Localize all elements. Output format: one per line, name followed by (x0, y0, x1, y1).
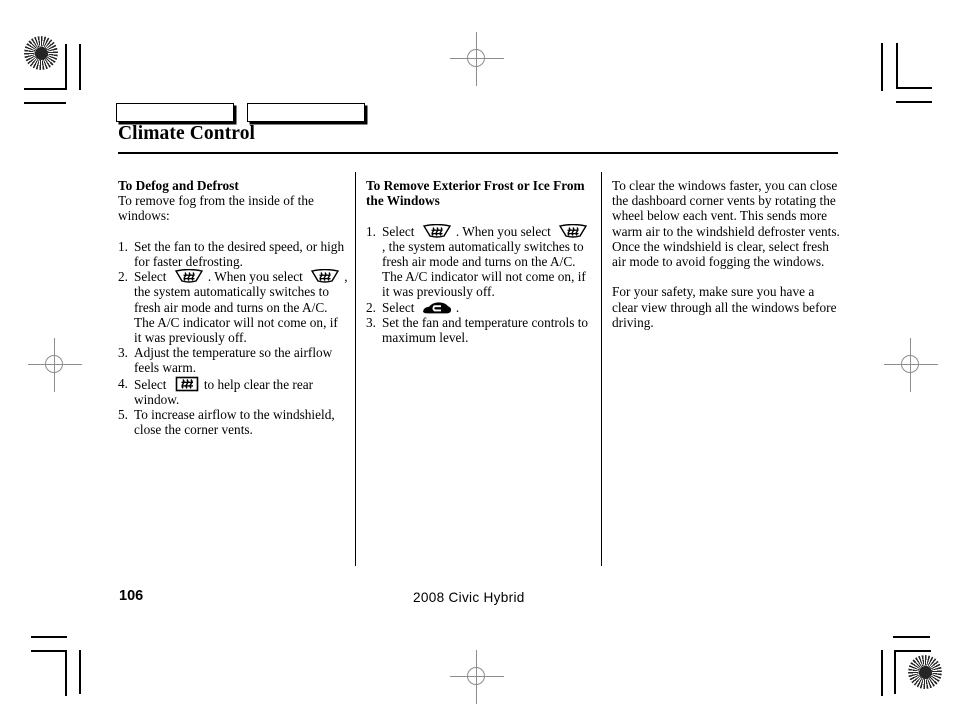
note-paragraph: To clear the windows faster, you can clo… (612, 178, 840, 270)
step-item: To increase airflow to the windshield, c… (118, 407, 348, 437)
book-title: 2008 Civic Hybrid (413, 590, 525, 605)
step-text: Select (134, 376, 167, 392)
step-text: . When you select (455, 223, 551, 239)
section-tab-2[interactable] (247, 103, 365, 122)
fresh-air-mode-icon (422, 301, 452, 315)
note-paragraph: For your safety, make sure you have a cl… (612, 284, 837, 330)
step-item: Select . When you select , the system au… (366, 223, 594, 300)
step-item: Set the fan to the desired speed, or hig… (118, 239, 348, 269)
column-defog-defrost: To Defog and Defrost To remove fog from … (118, 178, 348, 437)
title-divider (118, 152, 838, 154)
column-heading: To Defog and Defrost (118, 178, 239, 193)
rear-defroster-icon (175, 376, 199, 392)
step-text: . (455, 299, 460, 315)
section-tabs (116, 103, 365, 122)
step-text: Select (382, 223, 415, 239)
front-defroster-icon (310, 269, 340, 284)
step-item: Select to help clear the rear window. (118, 376, 348, 407)
column-divider (355, 172, 356, 566)
step-text: Adjust the temperature so the airflow fe… (134, 345, 333, 376)
step-item: Select . (366, 300, 594, 315)
step-text: . When you select (207, 269, 303, 285)
column-notes: To clear the windows faster, you can clo… (612, 178, 840, 330)
manual-page: Climate Control To Defog and Defrost To … (0, 0, 954, 710)
step-list: Select . When you select , the system au… (366, 223, 594, 346)
column-remove-frost: To Remove Exterior Frost or Ice From the… (366, 178, 594, 345)
page-number: 106 (119, 588, 144, 604)
step-text: Set the fan and temperature controls to … (382, 314, 589, 346)
step-item: Set the fan and temperature controls to … (366, 315, 594, 345)
front-defroster-icon (422, 223, 452, 239)
step-text: Select (134, 269, 167, 285)
column-divider (601, 172, 602, 566)
step-item: Adjust the temperature so the airflow fe… (118, 345, 348, 375)
step-text: Set the fan to the desired speed, or hig… (134, 238, 345, 269)
column-intro: To remove fog from the inside of the win… (118, 193, 314, 224)
step-text: Select (382, 299, 415, 315)
step-text: To increase airflow to the windshield, c… (134, 407, 335, 438)
step-list: Set the fan to the desired speed, or hig… (118, 239, 348, 438)
front-defroster-icon (558, 223, 588, 239)
front-defroster-icon (174, 269, 204, 284)
page-title: Climate Control (118, 123, 256, 144)
section-tab-1[interactable] (116, 103, 234, 122)
column-heading: To Remove Exterior Frost or Ice From the… (366, 178, 585, 209)
step-item: Select . When you select , the system au… (118, 269, 348, 345)
step-text: , the system automatically switches to f… (382, 238, 586, 300)
